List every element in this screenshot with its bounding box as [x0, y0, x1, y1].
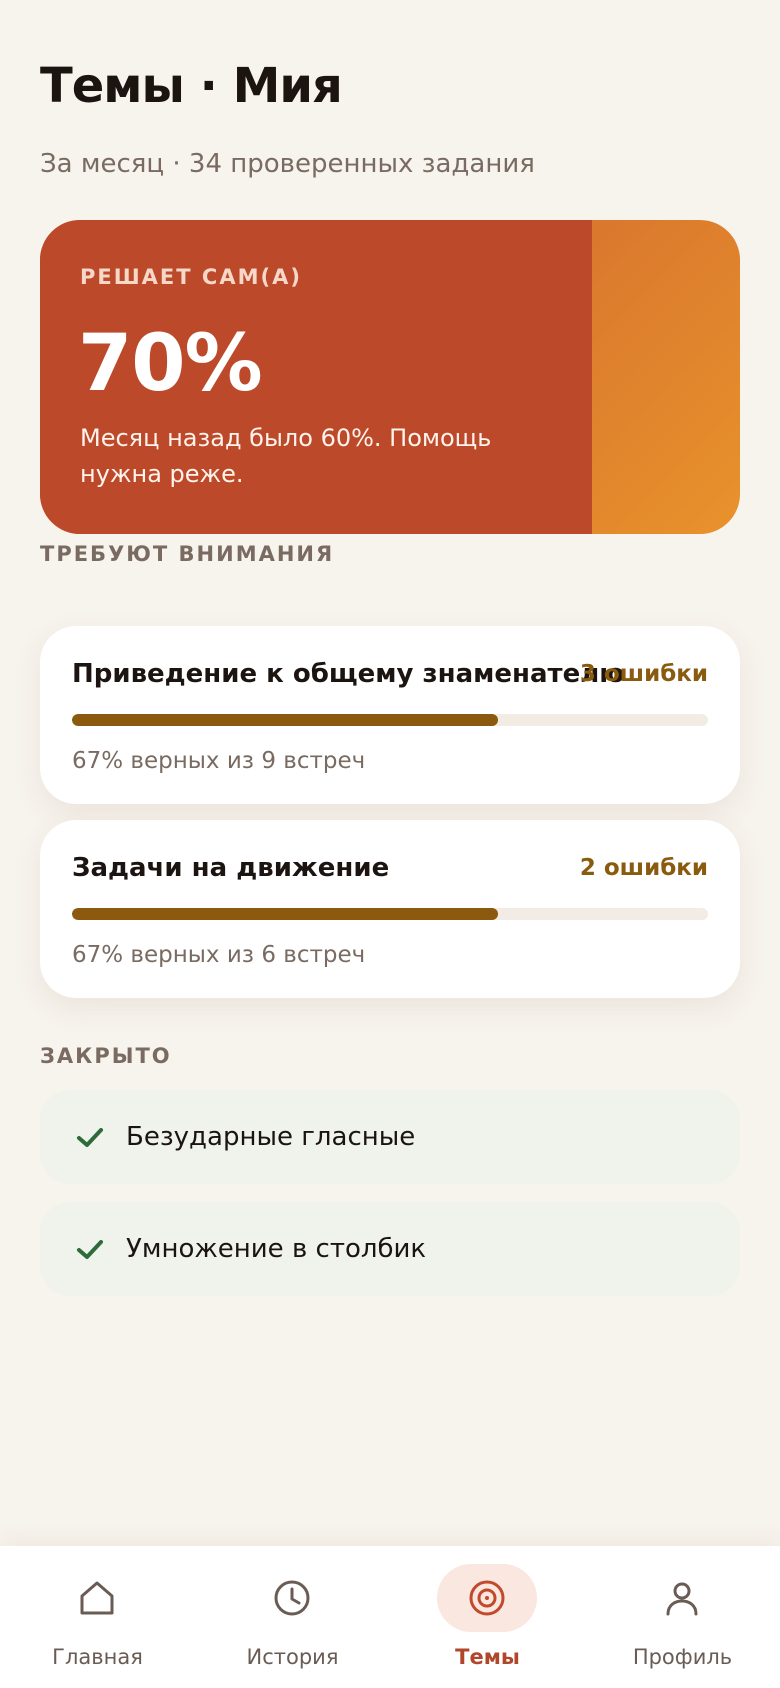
- topic-card[interactable]: Приведение к общему знаменателю 3 ошибки…: [40, 626, 740, 804]
- nav-icon-container: [632, 1564, 732, 1632]
- closed-topic-label: Умножение в столбик: [126, 1234, 427, 1264]
- page-subtitle: За месяц · 34 проверенных задания: [40, 149, 535, 179]
- attention-section-label: ТРЕБУЮТ ВНИМАНИЯ: [40, 542, 335, 566]
- check-icon: [77, 1128, 103, 1147]
- nav-item-home[interactable]: Главная: [0, 1546, 195, 1688]
- closed-topic-item[interactable]: Безударные гласные: [40, 1090, 740, 1184]
- home-icon: [80, 1581, 114, 1615]
- user-icon: [666, 1582, 698, 1616]
- target-icon: [469, 1580, 505, 1616]
- hero-note: Месяц назад было 60%. Помощь нужна реже.: [80, 424, 492, 488]
- topic-name: Задачи на движение: [72, 853, 390, 883]
- hero-label: РЕШАЕТ САМ(А): [80, 265, 302, 289]
- nav-label: Темы: [455, 1645, 520, 1669]
- nav-label: Главная: [52, 1645, 143, 1669]
- nav-label: Профиль: [632, 1645, 733, 1669]
- nav-label: История: [246, 1645, 339, 1669]
- topic-stats: 67% верных из 9 встреч: [72, 748, 366, 774]
- topic-card[interactable]: Задачи на движение 2 ошибки 67% верных и…: [40, 820, 740, 998]
- topic-errors: 3 ошибки: [579, 661, 708, 687]
- bottom-navigation: Главная История Темы Профиль: [0, 1546, 780, 1688]
- nav-item-profile[interactable]: Профиль: [585, 1546, 780, 1688]
- progress-track: [72, 908, 708, 920]
- topic-errors: 2 ошибки: [579, 855, 708, 881]
- topics-screen: Темы · Мия За месяц · 34 проверенных зад…: [0, 0, 780, 1688]
- nav-item-history[interactable]: История: [195, 1546, 390, 1688]
- hero-value: 70%: [78, 319, 263, 409]
- nav-item-topics[interactable]: Темы: [390, 1546, 585, 1688]
- page-title: Темы · Мия: [40, 58, 343, 114]
- topic-stats: 67% верных из 6 встреч: [72, 942, 366, 968]
- check-icon: [77, 1240, 103, 1259]
- nav-icon-container: [437, 1564, 537, 1632]
- topic-name: Приведение к общему знаменателю: [72, 659, 625, 689]
- progress-track: [72, 714, 708, 726]
- closed-topic-label: Безударные гласные: [126, 1122, 416, 1152]
- independence-summary-card: РЕШАЕТ САМ(А) 70% Месяц назад было 60%. …: [40, 220, 740, 534]
- clock-icon: [274, 1580, 310, 1616]
- progress-fill: [72, 908, 499, 920]
- nav-icon-container: [47, 1564, 147, 1632]
- closed-section-label: ЗАКРЫТО: [40, 1044, 172, 1068]
- closed-topic-item[interactable]: Умножение в столбик: [40, 1202, 740, 1296]
- nav-icon-container: [242, 1564, 342, 1632]
- progress-fill: [72, 714, 499, 726]
